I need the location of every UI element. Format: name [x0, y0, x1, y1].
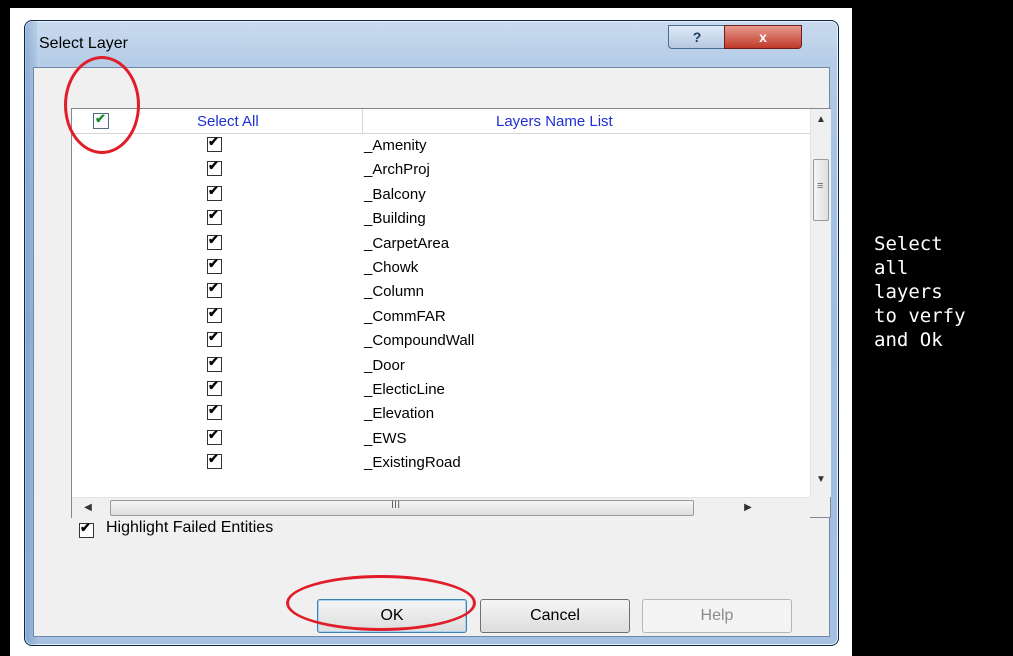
caption-line: all: [874, 257, 909, 279]
layer-row[interactable]: ✔ _CompoundWall: [72, 329, 810, 353]
help-button[interactable]: Help: [642, 599, 792, 633]
layer-row[interactable]: ✔ _Balcony: [72, 183, 810, 207]
checkmark-icon: ✔: [208, 353, 219, 369]
layer-name: _CarpetArea: [364, 234, 450, 252]
annotation-circle-ok: [286, 575, 476, 631]
title-help-button[interactable]: ?: [668, 25, 726, 49]
layer-checkbox[interactable]: ✔: [207, 134, 222, 152]
layer-name: _Building: [364, 210, 426, 228]
layer-row[interactable]: ✔ _Amenity: [72, 134, 810, 158]
caption-line: Select: [874, 233, 943, 255]
layer-row[interactable]: ✔ _CarpetArea: [72, 232, 810, 256]
checkmark-icon: ✔: [80, 520, 91, 535]
layer-name: _CompoundWall: [364, 332, 475, 350]
checkmark-icon: ✔: [208, 231, 219, 247]
layer-checkbox[interactable]: ✔: [207, 304, 222, 323]
checkmark-icon: ✔: [208, 378, 219, 393]
layer-row[interactable]: ✔ _Building: [72, 207, 810, 231]
layer-row[interactable]: ✔ _ElecticLine: [72, 378, 810, 402]
layer-checkbox[interactable]: ✔: [207, 256, 222, 274]
checkmark-icon: ✔: [208, 329, 219, 345]
layer-checkbox[interactable]: ✔: [207, 378, 222, 396]
top-border: [0, 0, 852, 8]
layer-checkbox[interactable]: ✔: [207, 451, 222, 470]
layer-checkbox[interactable]: ✔: [207, 426, 222, 445]
highlight-failed-checkbox[interactable]: ✔: [79, 520, 94, 538]
title-close-button[interactable]: x: [724, 25, 802, 49]
layer-checkbox[interactable]: ✔: [207, 182, 222, 201]
header-select-all-label[interactable]: Select All: [197, 113, 259, 130]
checkmark-icon: ✔: [208, 182, 219, 198]
layer-checkbox[interactable]: ✔: [207, 280, 222, 299]
layer-name: _Elevation: [364, 405, 435, 423]
list-header: ✔ Select All Layers Name List: [72, 109, 810, 134]
layer-name: _EWS: [364, 429, 407, 447]
dialog-title: Select Layer: [39, 35, 128, 52]
left-border: [0, 0, 10, 656]
layer-name: _Door: [364, 356, 405, 374]
checkmark-icon: ✔: [208, 256, 219, 271]
layer-row[interactable]: ✔ _EWS: [72, 427, 810, 451]
layer-checkbox[interactable]: ✔: [207, 158, 222, 177]
scroll-up-arrow-icon[interactable]: ▲: [811, 109, 831, 131]
dialog-client-area: ✔ Select All Layers Name List ✔ _Amenity ✔…: [33, 67, 831, 637]
layer-row[interactable]: ✔ _Chowk: [72, 256, 810, 280]
checkmark-icon: ✔: [208, 402, 219, 418]
caption-line: layers: [874, 281, 943, 303]
header-layers-label[interactable]: Layers Name List: [496, 113, 613, 130]
layer-checkbox[interactable]: ✔: [207, 353, 222, 372]
layer-row[interactable]: ✔ _Door: [72, 354, 810, 378]
layer-name: _CommFAR: [364, 307, 446, 325]
checkmark-icon: ✔: [208, 207, 219, 223]
screenshot-frame: Select Layer ? x ✔ Select All Layers Nam…: [0, 0, 1013, 656]
grip-icon: III: [391, 499, 401, 511]
grip-icon: ≡: [817, 180, 824, 192]
checkmark-icon: ✔: [208, 280, 219, 296]
checkmark-icon: ✔: [208, 426, 219, 442]
layer-checkbox[interactable]: ✔: [207, 207, 222, 226]
layer-checkbox[interactable]: ✔: [207, 231, 222, 250]
layer-row[interactable]: ✔ _CommFAR: [72, 305, 810, 329]
layer-row[interactable]: ✔ _Column: [72, 280, 810, 304]
layer-list-view: ✔ Select All Layers Name List ✔ _Amenity ✔…: [71, 108, 831, 518]
checkmark-icon: ✔: [208, 304, 219, 320]
instruction-caption: Select all layers to verfy and Ok: [874, 232, 966, 352]
annotation-circle-select-all: [64, 56, 140, 154]
layer-name: _ExistingRoad: [364, 454, 461, 472]
layer-row[interactable]: ✔ _Elevation: [72, 402, 810, 426]
scroll-right-arrow-icon[interactable]: ▶: [738, 498, 758, 518]
layer-row[interactable]: ✔ _ExistingRoad: [72, 451, 810, 475]
layer-name: _ElecticLine: [364, 381, 445, 398]
layer-name: _ArchProj: [364, 161, 430, 179]
caption-line: to verfy: [874, 305, 966, 327]
layer-checkbox[interactable]: ✔: [207, 402, 222, 421]
layer-name: _Chowk: [364, 259, 419, 276]
select-layer-dialog: Select Layer ? x ✔ Select All Layers Nam…: [24, 20, 839, 646]
layer-rows: ✔ _Amenity ✔ _ArchProj ✔ _Balcony ✔ _Building ✔ _…: [72, 134, 810, 497]
vertical-scroll-thumb[interactable]: ≡: [813, 159, 829, 221]
scroll-left-arrow-icon[interactable]: ◀: [78, 498, 98, 518]
scroll-down-arrow-icon[interactable]: ▼: [811, 469, 831, 491]
horizontal-scrollbar[interactable]: ◀ III ▶: [72, 497, 810, 518]
layer-name: _Column: [364, 283, 425, 301]
layer-row[interactable]: ✔ _ArchProj: [72, 158, 810, 182]
caption-line: and Ok: [874, 329, 943, 351]
highlight-failed-label[interactable]: Highlight Failed Entities: [106, 519, 273, 537]
layer-checkbox[interactable]: ✔: [207, 329, 222, 348]
layer-name: _Amenity: [364, 137, 427, 154]
checkmark-icon: ✔: [208, 158, 219, 174]
vertical-scrollbar[interactable]: ▲ ≡ ▼: [810, 109, 831, 497]
horizontal-scroll-thumb[interactable]: III: [110, 499, 694, 516]
checkmark-icon: ✔: [208, 451, 219, 467]
cancel-button[interactable]: Cancel: [480, 599, 630, 633]
scrollbar-corner: [810, 497, 830, 517]
checkmark-icon: ✔: [208, 134, 219, 149]
layer-name: _Balcony: [364, 185, 426, 203]
